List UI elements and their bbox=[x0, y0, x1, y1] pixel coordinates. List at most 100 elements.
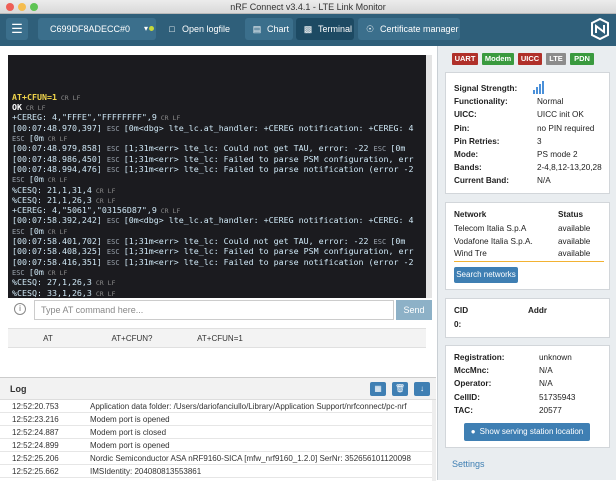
modem-info-row-value: no PIN required bbox=[537, 123, 595, 133]
log-header: Log ▦ 🗑 ↓ bbox=[0, 378, 436, 400]
macro-at-cfun-query[interactable]: AT+CFUN? bbox=[92, 329, 172, 349]
terminal-scrollbar[interactable] bbox=[426, 55, 432, 298]
network-name: Telecom Italia S.p.A bbox=[454, 224, 527, 233]
crlf-marker: CR LF bbox=[91, 289, 116, 298]
modem-info-row: Current Band: N/A bbox=[454, 175, 604, 187]
log-row: 12:52:20.753 Application data folder: /Us… bbox=[0, 401, 432, 413]
log-row: 12:52:23.216 Modem port is opened bbox=[0, 414, 432, 426]
terminal-timestamp: [00:07:48.970,397] bbox=[12, 122, 107, 133]
macro-at[interactable]: AT bbox=[8, 329, 88, 349]
terminal-text: [0m<dbg> lte_lc.at_handler: +CEREG notif… bbox=[123, 215, 414, 226]
macro-at-cfun-1[interactable]: AT+CFUN=1 bbox=[180, 329, 260, 349]
esc-marker: ESC bbox=[106, 145, 124, 154]
send-button[interactable]: Send bbox=[396, 300, 432, 320]
modem-info-row: Bands: 2-4,8,12-13,20,28 bbox=[454, 162, 604, 174]
signal-strength-icon bbox=[533, 81, 547, 94]
terminal-line: [00:07:48.994,476] ESC [1;31m<err> lte_l… bbox=[12, 164, 422, 174]
modem-info-row: Mode: PS mode 2 bbox=[454, 149, 604, 161]
terminal-timestamp: [00:07:58.401,702] bbox=[12, 236, 107, 247]
terminal-text: +CEREG: 4,"5061","03156D87",9 bbox=[12, 205, 157, 216]
close-window-button[interactable] bbox=[6, 3, 14, 11]
network-status: available bbox=[558, 236, 591, 246]
chart-icon: ▤ bbox=[252, 24, 262, 34]
network-card: Network Status Telecom Italia S.p.A avail… bbox=[445, 202, 610, 290]
esc-marker: ESC bbox=[12, 176, 29, 185]
modem-badge: Modem bbox=[482, 53, 514, 65]
modem-info-row: Pin Retries: 3 bbox=[454, 136, 604, 148]
addr-header: Addr bbox=[528, 306, 548, 315]
registration-row-value: 51735943 bbox=[539, 392, 576, 402]
info-icon[interactable]: i bbox=[14, 303, 26, 315]
terminal-timestamp: [00:07:58.416,351] bbox=[12, 256, 107, 267]
log-message: Modem port is opened bbox=[90, 441, 170, 450]
network-name: Vodafone Italia S.p.A. bbox=[454, 236, 533, 246]
menu-icon[interactable]: ☰ bbox=[6, 18, 28, 40]
modem-info-row-value: 3 bbox=[537, 136, 542, 146]
device-name: C699DF8ADECC#0 bbox=[50, 24, 131, 34]
pdn-card: CID Addr 0: bbox=[445, 298, 610, 338]
crlf-marker: CR LF bbox=[43, 135, 68, 144]
nordic-logo-icon bbox=[591, 18, 609, 40]
terminal-text: %CESQ: 21,1,26,3 bbox=[12, 194, 92, 205]
crlf-marker: CR LF bbox=[43, 268, 68, 277]
network-row[interactable]: Vodafone Italia S.p.A. available bbox=[454, 236, 609, 248]
terminal-text: [0m bbox=[390, 143, 406, 154]
terminal-text: %CESQ: 27,1,26,3 bbox=[12, 277, 92, 288]
zoom-window-button[interactable] bbox=[30, 3, 38, 11]
esc-marker: ESC bbox=[106, 258, 124, 267]
modem-info-row-value: N/A bbox=[537, 176, 551, 186]
tab-terminal-label: Terminal bbox=[318, 24, 353, 34]
terminal-line: ESC [0m CR LF bbox=[12, 226, 422, 236]
device-selector[interactable]: C699DF8ADECC#0 ▾ bbox=[38, 18, 156, 40]
open-log-folder-icon[interactable]: ▦ bbox=[370, 382, 386, 396]
pdn-header: CID Addr bbox=[454, 305, 604, 317]
esc-marker: ESC bbox=[12, 135, 29, 144]
open-logfile-button[interactable]: □ Open logfile bbox=[160, 18, 230, 40]
autoscroll-icon[interactable]: ↓ bbox=[414, 382, 430, 396]
pdn-row: 0: bbox=[454, 319, 604, 331]
terminal-line: [00:07:58.392,242] ESC [0m<dbg> lte_lc.a… bbox=[12, 215, 422, 225]
modem-info-row: Functionality: Normal bbox=[454, 96, 604, 108]
minimize-window-button[interactable] bbox=[18, 3, 26, 11]
registration-row-value: N/A bbox=[539, 366, 553, 376]
terminal-line: %CESQ: 27,1,26,3 CR LF bbox=[12, 277, 422, 287]
file-icon: □ bbox=[169, 24, 175, 34]
network-row[interactable]: Telecom Italia S.p.A available bbox=[454, 223, 609, 235]
search-networks-button[interactable]: Search networks bbox=[454, 267, 518, 283]
log-timestamp: 12:52:24.887 bbox=[12, 428, 59, 437]
chevron-down-icon: ▾ bbox=[143, 24, 148, 33]
modem-info-row-key: Mode: bbox=[454, 150, 479, 159]
terminal-output[interactable]: AT+CFUN=1 CR LF OK CR LF +CEREG: 4,"FFFE",… bbox=[8, 55, 426, 298]
tab-chart[interactable]: ▤ Chart bbox=[245, 18, 293, 40]
log-timestamp: 12:52:23.216 bbox=[12, 415, 59, 424]
registration-row: TAC: 20577 bbox=[454, 405, 604, 417]
log-row: 12:52:25.206 Nordic Semiconductor ASA nRF… bbox=[0, 453, 432, 465]
crlf-marker: CR LF bbox=[156, 114, 181, 123]
log-title: Log bbox=[10, 384, 27, 394]
log-message: IMSIdentity: 204080813553861 bbox=[90, 467, 202, 476]
top-navbar: ☰ C699DF8ADECC#0 ▾ □ Open logfile ▤ Chart … bbox=[0, 14, 616, 46]
network-row[interactable]: Wind Tre available bbox=[454, 248, 609, 260]
tab-terminal[interactable]: ▩ Terminal bbox=[296, 18, 354, 40]
terminal-line: [00:07:48.986,450] ESC [1;31m<err> lte_l… bbox=[12, 154, 422, 164]
terminal-line: AT+CFUN=1 CR LF bbox=[12, 92, 422, 102]
settings-link[interactable]: Settings bbox=[452, 459, 485, 469]
terminal-text: %CESQ: 21,1,31,4 bbox=[12, 184, 92, 195]
terminal-text: AT+CFUN=1 bbox=[12, 91, 57, 102]
modem-info-row: Signal Strength: bbox=[454, 83, 604, 95]
terminal-timestamp: [00:07:58.392,242] bbox=[12, 215, 107, 226]
terminal-icon: ▩ bbox=[303, 24, 313, 34]
registration-card: Registration: unknown MccMnc: N/A Operator: N… bbox=[445, 345, 610, 448]
clear-log-icon[interactable]: 🗑 bbox=[392, 382, 408, 396]
status-column-header: Status bbox=[558, 210, 584, 219]
log-scrollbar[interactable] bbox=[432, 400, 436, 481]
log-row: 12:52:24.887 Modem port is closed bbox=[0, 427, 432, 439]
tab-certificate-manager[interactable]: ☉ Certificate manager bbox=[358, 18, 460, 40]
registration-row-key: CellID: bbox=[454, 392, 480, 402]
network-name: Wind Tre bbox=[454, 249, 487, 258]
terminal-timestamp: [00:07:48.986,450] bbox=[12, 153, 107, 164]
command-row: i Send bbox=[8, 300, 432, 320]
at-command-input[interactable] bbox=[34, 300, 394, 320]
show-serving-station-button[interactable]: ● Show serving station location bbox=[464, 423, 590, 441]
modem-info-row-key: Pin: bbox=[454, 123, 470, 133]
